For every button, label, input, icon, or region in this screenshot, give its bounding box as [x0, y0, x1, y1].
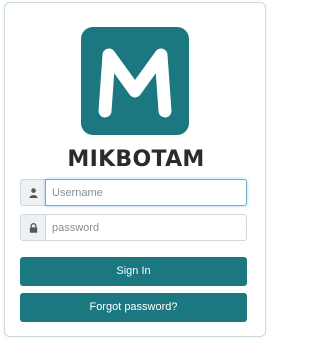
- password-input[interactable]: [45, 214, 247, 241]
- lock-icon: [20, 214, 45, 241]
- logo-m-glyph: [98, 48, 172, 118]
- brand-name: MIKBOTAM: [67, 147, 205, 172]
- username-field-group: [20, 179, 247, 206]
- sign-in-button[interactable]: Sign In: [20, 257, 247, 286]
- password-field-group: [20, 214, 247, 241]
- app-logo: [81, 27, 189, 135]
- forgot-password-button[interactable]: Forgot password?: [20, 293, 247, 322]
- user-icon: [20, 179, 45, 206]
- username-input[interactable]: [45, 179, 247, 206]
